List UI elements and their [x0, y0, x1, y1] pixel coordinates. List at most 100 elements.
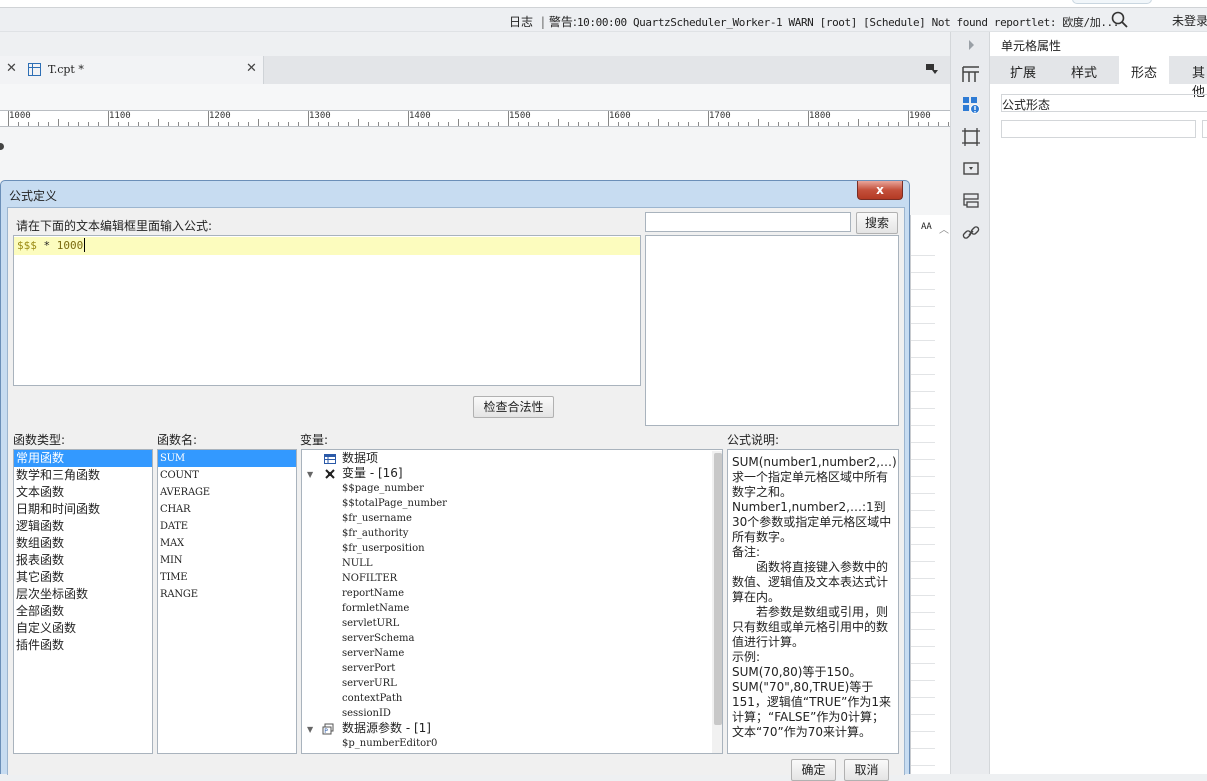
variable-group-icon [325, 469, 335, 479]
grid-line [911, 510, 935, 511]
collapse-arrow-icon[interactable]: ▼ [307, 467, 313, 482]
function-name-item[interactable]: COUNT [158, 467, 296, 484]
function-type-item[interactable]: 其它函数 [14, 569, 152, 586]
function-type-item[interactable]: 常用函数 [14, 450, 152, 467]
description-paragraph: SUM(70,80)等于150。 [732, 665, 862, 679]
dialog-close-button[interactable]: x [857, 181, 903, 200]
ruler-tick [538, 122, 539, 126]
scroll-up-icon[interactable]: ︿ [939, 221, 949, 236]
expand-right-icon[interactable] [961, 35, 981, 55]
tree-variable-item-label: NULL [342, 558, 373, 569]
function-name-item[interactable]: TIME [158, 569, 296, 586]
function-type-item[interactable]: 层次坐标函数 [14, 586, 152, 603]
grid-line [911, 306, 935, 307]
log-label[interactable]: 日志 [509, 15, 533, 29]
function-type-item[interactable]: 文本函数 [14, 484, 152, 501]
close-tab-icon[interactable]: ✕ [246, 61, 257, 76]
function-type-list[interactable]: 常用函数 数学和三角函数 文本函数 日期和时间函数 逻辑函数 数组函数 报表函数 其它函数 层次… [13, 449, 153, 754]
grid-line [911, 357, 935, 358]
formula-number: 1000 [56, 239, 84, 252]
function-type-item[interactable]: 数组函数 [14, 535, 152, 552]
ok-button[interactable]: 确定 [791, 759, 836, 781]
cancel-button[interactable]: 取消 [844, 759, 889, 781]
ruler-tick [398, 122, 399, 126]
widget-icon[interactable] [961, 159, 981, 179]
scrollbar-thumb[interactable] [714, 453, 722, 725]
cell-attribute-icon[interactable] [961, 95, 981, 115]
ruler-label: 1400 [409, 111, 431, 121]
description-paragraph: 若参数是数组或引用，则只有数组或单元格引用中的数值进行计算。 [732, 605, 889, 649]
format-value-button[interactable] [1202, 120, 1207, 138]
hyperlink-icon[interactable] [961, 223, 981, 243]
function-type-item[interactable]: 自定义函数 [14, 620, 152, 637]
function-type-item[interactable]: 报表函数 [14, 552, 152, 569]
ruler-tick [898, 122, 899, 126]
formula-description: SUM(number1,number2,…): 求一个指定单元格区域中所有数字之… [727, 449, 899, 754]
ruler-tick [238, 122, 239, 126]
pin-icon[interactable] [926, 64, 938, 74]
formula-text[interactable]: $$$ * 1000 [17, 239, 83, 252]
grid-line [911, 748, 935, 749]
search-icon[interactable] [1110, 10, 1130, 30]
tab-t-cpt[interactable]: ✕ T.cpt * ✕ [0, 56, 264, 84]
function-name-list[interactable]: SUM COUNT AVERAGE CHAR DATE MAX MIN TIME RANGE [157, 449, 297, 754]
border-icon[interactable] [961, 127, 981, 147]
grid-line [911, 255, 935, 256]
grid-line [911, 629, 935, 630]
function-name-item[interactable]: SUM [158, 450, 296, 467]
ruler-tick [78, 122, 79, 126]
ruler-tick [378, 122, 379, 126]
ruler-tick [528, 122, 529, 126]
ruler-tick [138, 122, 139, 126]
function-name-item[interactable]: MIN [158, 552, 296, 569]
function-name-item[interactable]: RANGE [158, 586, 296, 603]
tab-label[interactable]: T.cpt * [48, 63, 84, 76]
function-type-item[interactable]: 全部函数 [14, 603, 152, 620]
ruler-tick [878, 122, 879, 126]
function-name-item[interactable]: CHAR [158, 501, 296, 518]
ruler-tick [578, 122, 579, 126]
function-name-item[interactable]: AVERAGE [158, 484, 296, 501]
login-status[interactable]: 未登录 [1172, 12, 1207, 29]
sheet-column-area[interactable]: AA ︿ [910, 215, 950, 774]
grid-line [911, 595, 935, 596]
tree-variable-item-label: formletName [342, 603, 410, 614]
status-message[interactable]: 日志 | 警告:10:00:00 QuartzScheduler_Worker-1… [509, 13, 1119, 30]
formula-editor[interactable]: $$$ * 1000 [13, 235, 641, 386]
ruler-tick [888, 122, 889, 126]
collapse-arrow-icon[interactable]: ▼ [307, 722, 313, 737]
function-type-item[interactable]: 插件函数 [14, 637, 152, 654]
ruler-tick [668, 122, 669, 126]
tab-expand[interactable]: 扩展 [1010, 62, 1036, 81]
tab-form[interactable]: 形态 [1119, 56, 1170, 84]
check-validity-button[interactable]: 检查合法性 [473, 396, 554, 418]
search-results-list[interactable] [645, 235, 899, 426]
search-input[interactable] [645, 212, 851, 232]
column-header-aa[interactable]: AA [921, 222, 932, 232]
dialog-title: 公式定义 [9, 189, 58, 203]
variable-tree[interactable]: 数据项 ▼ 变量 - [16] $$page_number $$totalPage_nu… [301, 449, 723, 754]
function-name-item[interactable]: DATE [158, 518, 296, 535]
tree-variable-item-label: reportName [342, 588, 405, 599]
toolbar-area [0, 84, 950, 110]
function-name-item[interactable]: MAX [158, 535, 296, 552]
function-type-item[interactable]: 日期和时间函数 [14, 501, 152, 518]
tab-style[interactable]: 样式 [1071, 62, 1097, 81]
condition-icon[interactable] [961, 191, 981, 211]
ruler-tick [308, 111, 309, 126]
function-type-item[interactable]: 数学和三角函数 [14, 467, 152, 484]
ruler-tick [418, 122, 419, 126]
format-value-input[interactable] [1001, 120, 1196, 138]
cell-element-icon[interactable] [961, 64, 981, 84]
tree-variable-item-label: NOFILTER [342, 573, 398, 584]
search-button[interactable]: 搜索 [856, 212, 898, 234]
grid-line [911, 612, 935, 613]
variable-scrollbar[interactable] [712, 451, 722, 753]
ruler-tick [68, 122, 69, 126]
function-name-label: 函数名: [157, 433, 198, 447]
ruler-tick [58, 119, 59, 126]
ruler-tick [488, 122, 489, 126]
close-icon[interactable]: ✕ [6, 61, 17, 76]
format-type-select[interactable]: 公式形态 [1001, 94, 1207, 112]
function-type-item[interactable]: 逻辑函数 [14, 518, 152, 535]
